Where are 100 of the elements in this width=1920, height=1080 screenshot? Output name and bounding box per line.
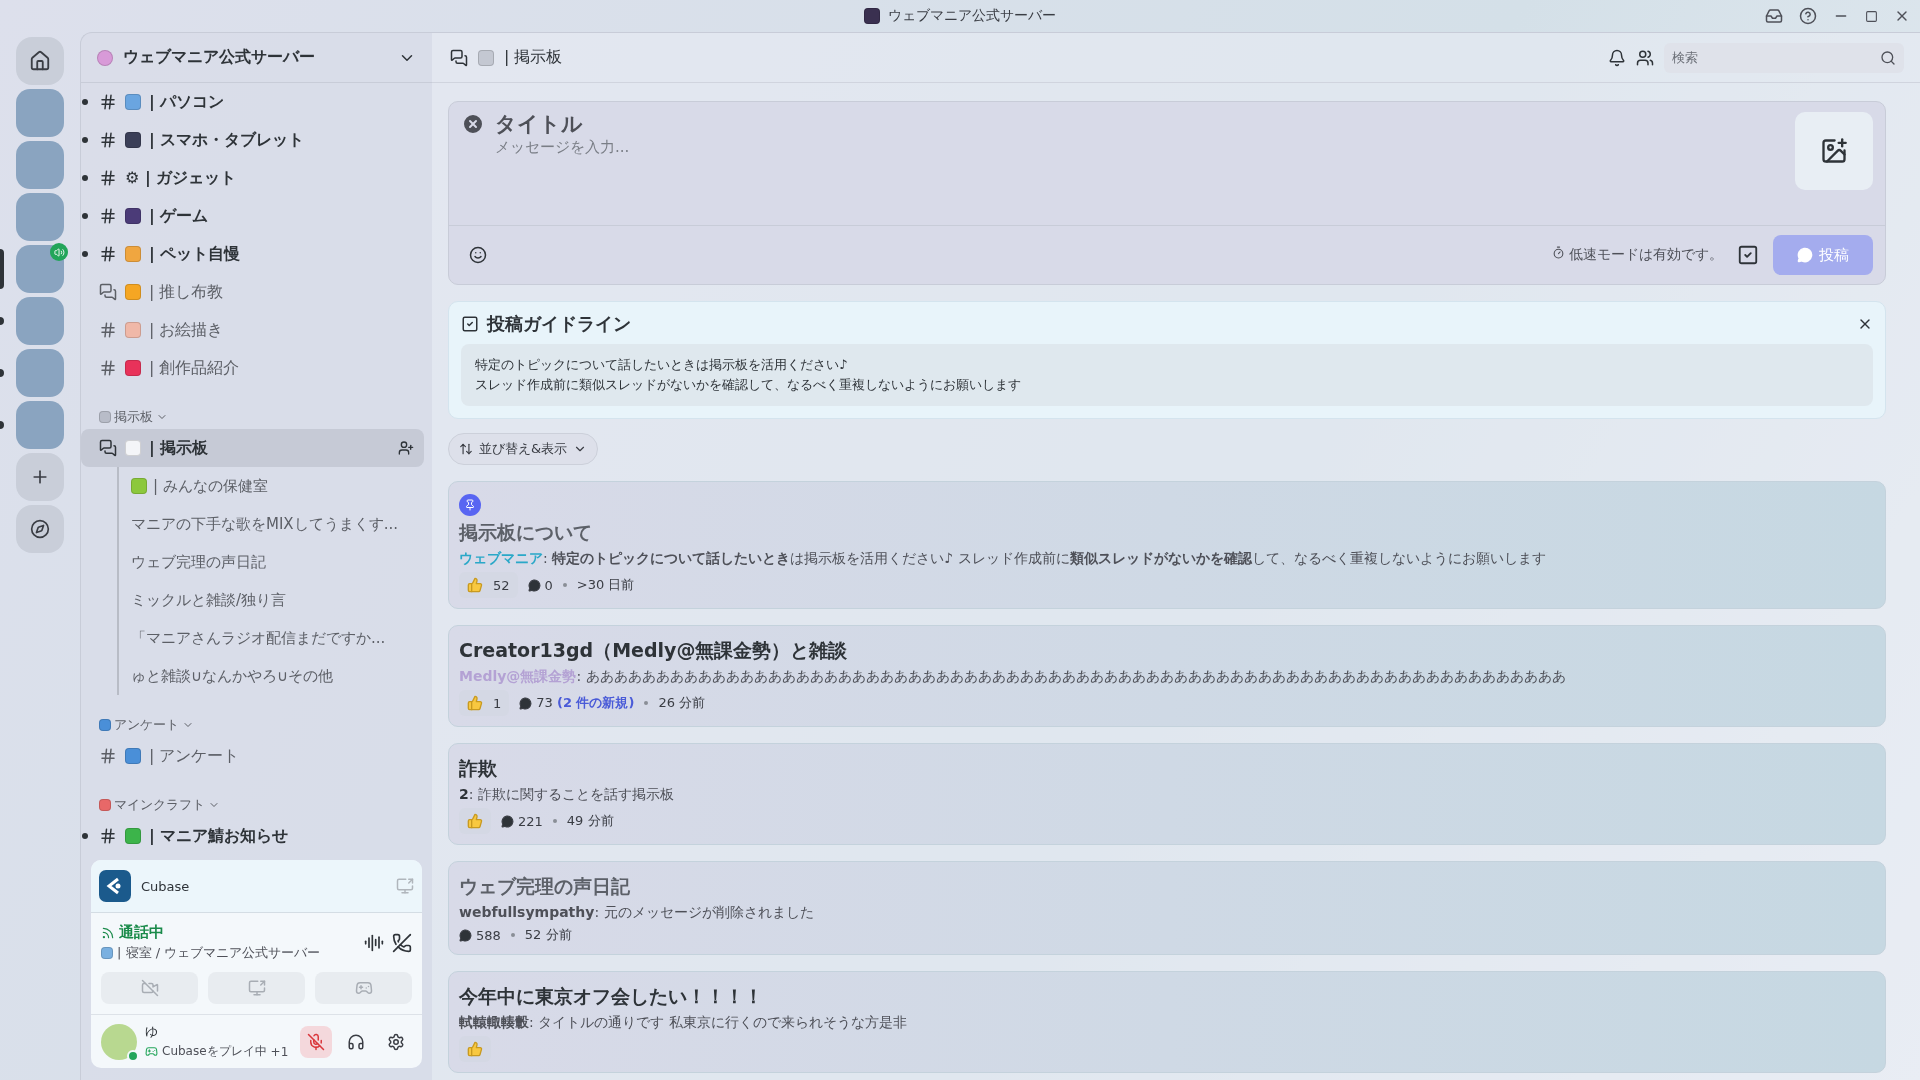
user-avatar[interactable] bbox=[101, 1023, 137, 1060]
emoji-icon bbox=[101, 947, 113, 959]
close-icon[interactable] bbox=[461, 112, 485, 136]
members-icon[interactable] bbox=[1636, 48, 1654, 67]
thread-item[interactable]: マニアの下手な歌をMIXしてうまくす... bbox=[117, 505, 424, 543]
username: ゆ bbox=[145, 1023, 159, 1041]
channel-name: | 推し布教 bbox=[149, 281, 224, 303]
channel-item[interactable]: | お絵描き bbox=[81, 311, 424, 349]
post-title: ウェブ完理の声日記 bbox=[459, 874, 631, 899]
guideline-text: 特定のトピックについて話したいときは掲示板を活用ください♪ bbox=[475, 356, 849, 374]
channel-item[interactable]: | ペット自慢 bbox=[81, 235, 424, 273]
post-card[interactable]: 掲示板について ウェブマニア: 特定のトピックについて話したいときは掲示板を活用ください♪ スレッド作成前に類似スレッドがないかを確認して、なるべく重複しないようにお願いします 52 0 >30 日前 bbox=[448, 481, 1886, 609]
camera-off-icon bbox=[140, 979, 159, 997]
post-card[interactable]: Creator13gd（Medly@無課金勢）と雑談 Medly@無課金勢: ああああああああああああああああああああああああああああああああああああああああああああああああああああああああああああああああああああああ 1 73 (2 件の新規) 26 分前 bbox=[448, 625, 1886, 727]
reaction-chip[interactable]: 1 bbox=[459, 690, 510, 716]
hash-icon bbox=[99, 169, 117, 187]
app-icon bbox=[99, 870, 131, 902]
inbox-icon[interactable] bbox=[1765, 7, 1783, 25]
post-preview: 2: 詐欺に関することを話す掲示板 bbox=[459, 786, 675, 804]
channel-item[interactable]: | 掲示板 bbox=[81, 429, 424, 467]
checklist-icon[interactable] bbox=[1737, 244, 1759, 266]
speaker-icon bbox=[50, 243, 68, 261]
hash-icon bbox=[99, 827, 117, 845]
image-plus-icon bbox=[1820, 137, 1848, 165]
add-member-icon[interactable] bbox=[398, 440, 414, 456]
thread-item[interactable]: | みんなの保健室 bbox=[117, 467, 424, 505]
chat-bubble-icon bbox=[501, 814, 514, 828]
category-header[interactable]: アンケート bbox=[89, 713, 424, 737]
bell-icon[interactable] bbox=[1608, 48, 1626, 67]
maximize-icon[interactable] bbox=[1865, 9, 1878, 23]
separator-dot bbox=[552, 819, 557, 823]
thread-item[interactable]: 「マニアさんラジオ配信まだですか... bbox=[117, 619, 424, 657]
help-icon[interactable] bbox=[1799, 7, 1817, 25]
thread-name: | みんなの保健室 bbox=[153, 476, 268, 496]
reply-count: 73 (2 件の新規) bbox=[536, 694, 635, 712]
channel-item[interactable]: | アンケート bbox=[81, 737, 424, 775]
emoji-picker-icon[interactable] bbox=[469, 246, 487, 264]
add-image-button[interactable] bbox=[1795, 112, 1873, 190]
category-header[interactable]: マインクラフト bbox=[89, 793, 424, 817]
title-field[interactable]: タイトル bbox=[495, 112, 1785, 136]
thread-item[interactable]: ゅと雑談∪なんかやろ∪その他 bbox=[117, 657, 424, 695]
extra-count: +1 bbox=[270, 1044, 289, 1059]
sort-button[interactable]: 並び替え&表示 bbox=[448, 433, 599, 465]
chat-bubble-icon bbox=[527, 578, 541, 592]
voice-channel[interactable]: | 寝室 / ウェブマニア公式サーバー bbox=[117, 944, 321, 962]
voice-status: 通話中 bbox=[119, 923, 164, 942]
reply-count: 588 bbox=[476, 927, 501, 943]
channel-item[interactable]: ⚙ | ガジェット bbox=[81, 159, 424, 197]
thread-name: ゅと雑談∪なんかやろ∪その他 bbox=[131, 666, 333, 686]
unread-indicator bbox=[0, 369, 4, 377]
reply-count: 0 bbox=[544, 577, 553, 593]
unread-dot bbox=[82, 833, 88, 839]
server-name[interactable]: ウェブマニア公式サーバー bbox=[123, 47, 315, 68]
reaction-chip[interactable]: 52 bbox=[459, 572, 518, 598]
rail-button[interactable] bbox=[16, 37, 64, 85]
sort-icon bbox=[459, 442, 473, 456]
rail-button[interactable] bbox=[16, 505, 64, 553]
post-card[interactable]: 詐欺 2: 詐欺に関することを話す掲示板 221 49 分前 bbox=[448, 743, 1886, 845]
mic-button[interactable] bbox=[300, 1025, 332, 1058]
post-preview: ウェブマニア: 特定のトピックについて話したいときは掲示板を活用ください♪ スレッド作成前に類似スレッドがないかを確認して、なるべく重複しないようにお願いします bbox=[459, 550, 1547, 568]
channel-name: | アンケート bbox=[149, 745, 240, 767]
soundboard-icon[interactable] bbox=[364, 932, 384, 953]
hash-icon bbox=[99, 245, 117, 263]
unread-dot bbox=[82, 137, 88, 143]
channel-item[interactable]: | ゲーム bbox=[81, 197, 424, 235]
category-header[interactable]: 掲示板 bbox=[89, 405, 424, 429]
category-name: アンケート bbox=[114, 716, 179, 734]
checklist-icon bbox=[461, 315, 479, 333]
separator-dot bbox=[562, 583, 567, 587]
category-name: マインクラフト bbox=[114, 796, 205, 814]
channel-name: | お絵描き bbox=[149, 319, 224, 341]
channel-item[interactable]: | 推し布教 bbox=[81, 273, 424, 311]
screen-share-icon bbox=[247, 979, 266, 997]
activity-name: Cubase bbox=[141, 878, 190, 894]
thread-item[interactable]: ウェブ完理の声日記 bbox=[117, 543, 424, 581]
channel-item[interactable]: | 創作品紹介 bbox=[81, 349, 424, 387]
channel-name: | 創作品紹介 bbox=[149, 357, 240, 379]
message-field[interactable]: メッセージを入力... bbox=[495, 138, 1785, 156]
user-status: Cubaseをプレイ中 bbox=[162, 1043, 267, 1060]
chat-bubble-icon bbox=[1797, 247, 1813, 263]
post-card[interactable]: ウェブ完理の声日記 webfullsympathy: 元のメッセージが削除されました 588 52 分前 bbox=[448, 861, 1886, 955]
channel-item[interactable]: | スマホ・タブレット bbox=[81, 121, 424, 159]
channel-name: | スマホ・タブレット bbox=[149, 129, 305, 151]
post-title: 掲示板について bbox=[459, 520, 593, 545]
home-icon bbox=[29, 50, 51, 72]
chat-bubble-icon bbox=[459, 928, 472, 942]
channel-name: | マニア鯖お知らせ bbox=[149, 825, 289, 847]
search-field[interactable]: 検索 bbox=[1664, 42, 1904, 73]
post-card[interactable]: 今年中に東京オフ会したい！！！！ 軾轅輙輳轂: タイトルの通りです 私東京に行くので来られそうな方是非 bbox=[448, 971, 1886, 1073]
post-preview: Medly@無課金勢: ああああああああああああああああああああああああああああああああああああああああああああああああああああああああああああああああああああああ bbox=[459, 668, 1567, 686]
separator-dot bbox=[644, 701, 649, 705]
hash-icon bbox=[99, 93, 117, 111]
channel-item[interactable]: | マニア鯖お知らせ bbox=[81, 817, 424, 854]
channel-item[interactable]: | パソコン bbox=[81, 83, 424, 121]
unread-dot bbox=[82, 175, 88, 181]
post-time: 49 分前 bbox=[566, 812, 614, 830]
unread-indicator bbox=[0, 317, 4, 325]
post-time: 52 分前 bbox=[524, 926, 572, 944]
thread-item[interactable]: ミックルと雑談/独り言 bbox=[117, 581, 424, 619]
disconnect-icon[interactable] bbox=[392, 932, 412, 953]
